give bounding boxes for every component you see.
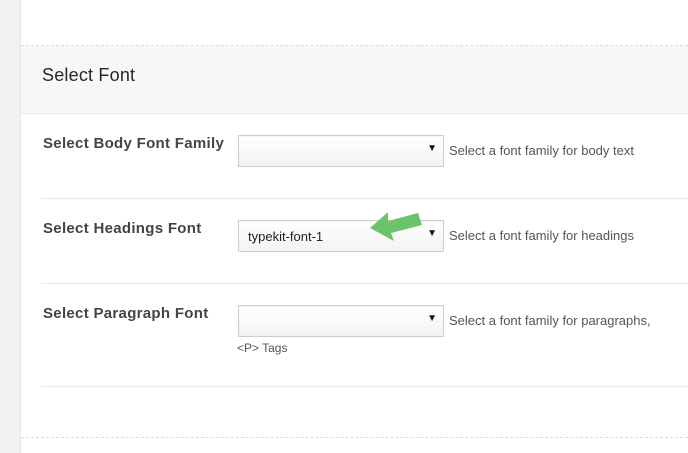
paragraph-font-row: Select Paragraph Font ▼ Select a font fa…	[41, 284, 688, 387]
top-panel	[21, 0, 688, 46]
chevron-down-icon: ▼	[427, 228, 437, 239]
headings-font-select-value: typekit-font-1	[248, 229, 324, 244]
headings-font-row: Select Headings Font typekit-font-1 ▼ Se…	[41, 199, 688, 284]
body-font-description: Select a font family for body text	[449, 143, 634, 158]
paragraph-font-description-tags: <P> Tags	[237, 341, 288, 355]
section-title: Select Font	[42, 65, 136, 85]
headings-font-description: Select a font family for headings	[449, 228, 634, 243]
paragraph-font-description: Select a font family for paragraphs,	[449, 313, 651, 328]
paragraph-font-select[interactable]: ▼	[238, 305, 444, 337]
settings-page: Select Font Select Body Font Family ▼ Se…	[0, 0, 688, 453]
body-font-select[interactable]: ▼	[238, 135, 444, 167]
chevron-down-icon: ▼	[427, 143, 437, 154]
section-header: Select Font	[21, 46, 688, 114]
chevron-down-icon: ▼	[427, 313, 437, 324]
bottom-divider	[21, 437, 688, 453]
green-pointer-arrow-icon	[370, 212, 422, 241]
body-font-row: Select Body Font Family ▼ Select a font …	[41, 114, 688, 199]
paragraph-font-label: Select Paragraph Font	[43, 305, 209, 322]
headings-font-label: Select Headings Font	[43, 220, 202, 237]
body-font-label: Select Body Font Family	[43, 135, 225, 152]
admin-sidebar-edge	[0, 0, 21, 453]
